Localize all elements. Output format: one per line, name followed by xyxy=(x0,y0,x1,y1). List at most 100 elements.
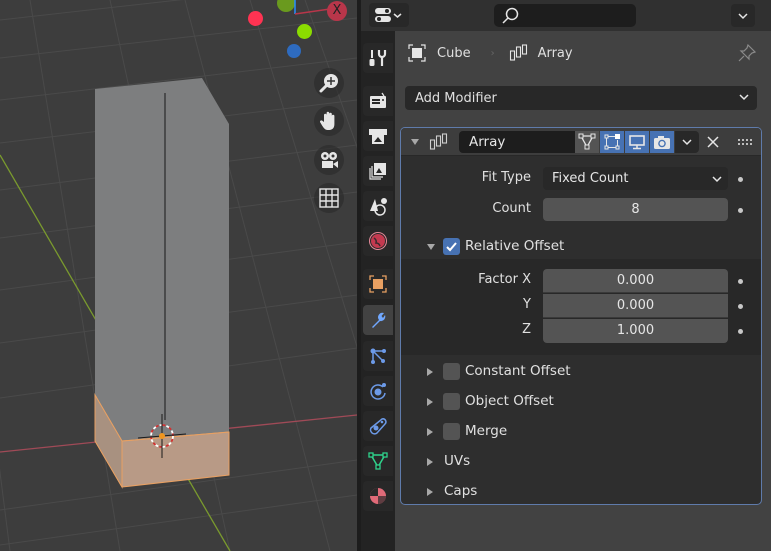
keyframe-dot[interactable] xyxy=(738,279,743,284)
add-modifier-dropdown[interactable]: Add Modifier xyxy=(405,86,757,110)
relative-offset-label: Relative Offset xyxy=(465,238,565,254)
ortho-grid-icon xyxy=(319,188,339,208)
factor-y-label: Y xyxy=(523,297,531,312)
keyframe-dot[interactable] xyxy=(738,329,743,334)
tab-particles[interactable] xyxy=(363,341,393,371)
editor-type-button[interactable] xyxy=(369,3,409,27)
modifier-properties: Cube › Array Add Modifier Array Fit Type… xyxy=(395,31,771,551)
expand-triangle[interactable] xyxy=(427,244,435,250)
keyframe-dot[interactable] xyxy=(738,177,743,182)
tab-scene[interactable] xyxy=(363,191,393,221)
properties-editor: Cube › Array Add Modifier Array Fit Type… xyxy=(361,0,771,551)
edit-mode-toggle[interactable] xyxy=(600,131,624,153)
gizmo-z-neg[interactable] xyxy=(287,44,301,58)
expand-triangle[interactable] xyxy=(427,428,433,436)
factor-x-label: Factor X xyxy=(478,272,531,287)
keyframe-dot[interactable] xyxy=(738,304,743,309)
factor-y-field[interactable]: 0.000 xyxy=(543,294,728,318)
pan-hand-icon xyxy=(319,111,335,130)
tab-output[interactable] xyxy=(363,121,393,151)
remove-modifier-button[interactable] xyxy=(701,131,725,153)
tab-object[interactable] xyxy=(363,269,393,299)
options-dropdown-button[interactable] xyxy=(731,4,755,27)
tab-modifiers[interactable] xyxy=(363,305,393,335)
mesh-data-icon xyxy=(368,452,388,470)
search-input[interactable] xyxy=(494,4,636,27)
object-offset-label: Object Offset xyxy=(465,393,554,409)
array-modifier-panel: Array Fit Type Fixed Count Count 8 Relat… xyxy=(400,127,762,505)
expand-triangle[interactable] xyxy=(427,488,433,496)
array-result-mesh xyxy=(95,78,229,441)
gizmo-x-neg[interactable] xyxy=(248,11,263,26)
breadcrumb-object: Cube xyxy=(437,45,471,61)
tab-tool[interactable] xyxy=(363,43,393,73)
object-icon xyxy=(369,275,387,293)
tab-view-layer[interactable] xyxy=(363,156,393,186)
modifier-extras-dropdown[interactable] xyxy=(675,131,699,153)
tab-world[interactable] xyxy=(363,226,393,256)
chevron-down-icon xyxy=(738,12,748,19)
breadcrumb: Cube › Array xyxy=(407,43,573,63)
checkmark-icon xyxy=(446,242,457,252)
factor-z-label: Z xyxy=(522,322,531,337)
tab-material[interactable] xyxy=(363,481,393,511)
factor-x-field[interactable]: 0.000 xyxy=(543,269,728,293)
physics-icon xyxy=(370,383,386,400)
factor-z-field[interactable]: 1.000 xyxy=(543,319,728,343)
toggle-ortho-button[interactable] xyxy=(314,183,344,213)
keyframe-dot[interactable] xyxy=(738,208,743,213)
merge-checkbox[interactable] xyxy=(443,423,460,440)
tab-mesh-data[interactable] xyxy=(363,446,393,476)
properties-tabs xyxy=(361,31,395,551)
merge-subpanel[interactable]: Merge xyxy=(401,420,761,444)
properties-editor-icon xyxy=(375,8,402,22)
breadcrumb-modifier: Array xyxy=(537,45,573,61)
pin-button[interactable] xyxy=(737,43,757,67)
modifier-name-field[interactable]: Array xyxy=(459,131,575,153)
camera-icon xyxy=(654,136,670,149)
zoom-icon xyxy=(319,74,338,93)
properties-header xyxy=(361,0,771,31)
tab-constraints[interactable] xyxy=(363,411,393,441)
camera-view-button[interactable] xyxy=(314,145,344,175)
drag-grip-icon xyxy=(738,139,752,145)
monitor-icon xyxy=(629,135,645,150)
constant-offset-subpanel[interactable]: Constant Offset xyxy=(401,360,761,384)
object-offset-checkbox[interactable] xyxy=(443,393,460,410)
relative-offset-checkbox[interactable] xyxy=(443,238,460,255)
uvs-subpanel[interactable]: UVs xyxy=(401,450,761,474)
caps-label: Caps xyxy=(444,483,478,499)
zoom-button[interactable] xyxy=(314,68,344,98)
chevron-down-icon xyxy=(682,139,692,146)
search-icon xyxy=(502,7,519,24)
pin-icon xyxy=(738,43,757,62)
caps-subpanel[interactable]: Caps xyxy=(401,480,761,504)
render-toggle[interactable] xyxy=(650,131,674,153)
pan-button[interactable] xyxy=(314,106,344,136)
expand-triangle[interactable] xyxy=(427,398,433,406)
constant-offset-checkbox[interactable] xyxy=(443,363,460,380)
edit-mode-icon xyxy=(604,134,620,150)
edit-cage-toggle[interactable] xyxy=(575,131,599,153)
tab-physics[interactable] xyxy=(363,376,393,406)
expand-triangle[interactable] xyxy=(427,458,433,466)
viewport-display-toggle[interactable] xyxy=(625,131,649,153)
drag-handle[interactable] xyxy=(733,131,757,153)
gizmo-y-neg[interactable] xyxy=(297,24,312,39)
expand-triangle[interactable] xyxy=(427,368,433,376)
constraints-icon xyxy=(369,418,387,435)
view-layer-icon xyxy=(369,163,386,180)
object-offset-subpanel[interactable]: Object Offset xyxy=(401,390,761,414)
on-cage-icon xyxy=(578,133,596,150)
3d-viewport[interactable]: X xyxy=(0,0,357,551)
gizmo-axes xyxy=(294,0,331,15)
count-field[interactable]: 8 xyxy=(543,198,728,221)
tab-render[interactable] xyxy=(363,86,393,116)
object-icon xyxy=(408,44,426,62)
relative-offset-subpanel[interactable]: Relative Offset xyxy=(401,235,761,259)
fit-type-dropdown[interactable]: Fixed Count xyxy=(543,167,728,190)
viewport-scene xyxy=(0,0,357,551)
camera-view-icon xyxy=(321,152,338,168)
merge-label: Merge xyxy=(465,423,508,439)
collapse-triangle[interactable] xyxy=(411,139,419,145)
